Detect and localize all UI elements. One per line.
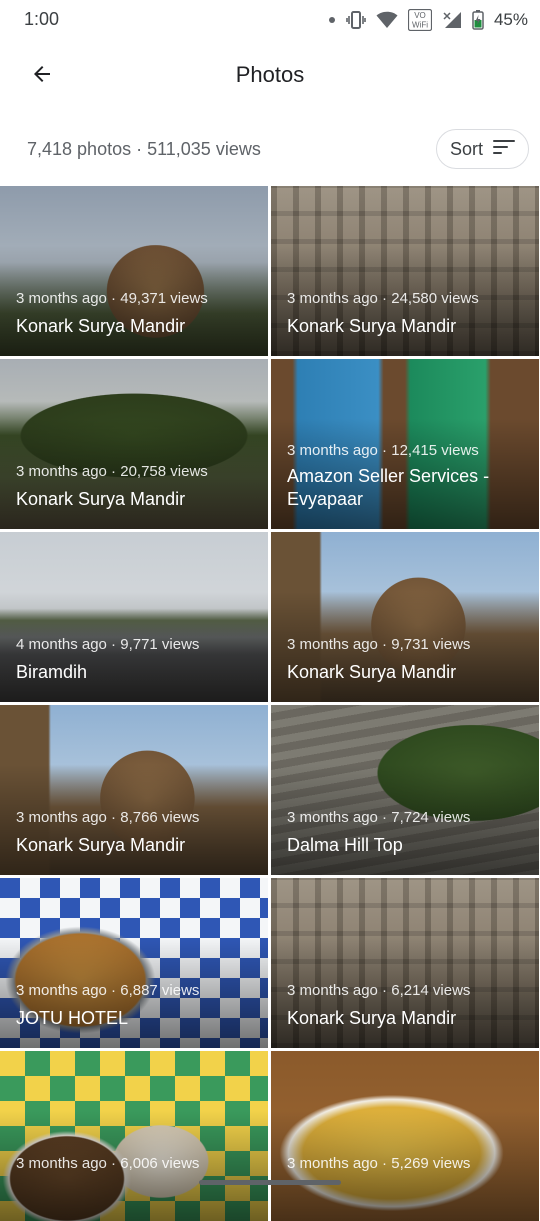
battery-percent: 45% — [493, 10, 528, 29]
photo-meta: 3 months ago · 20,758 views — [16, 463, 208, 480]
photo-tile[interactable]: 3 months ago · 20,758 views Konark Surya … — [0, 359, 268, 529]
photo-place-title: Konark Surya Mandir — [287, 316, 457, 336]
summary-row: 7,418 photos · 511,035 views Sort — [0, 124, 540, 176]
photo-tile[interactable]: 3 months ago · 8,766 views Konark Surya M… — [0, 705, 268, 875]
photo-meta: 3 months ago · 6,214 views — [287, 982, 471, 999]
app-bar: Photos — [0, 44, 540, 108]
photo-meta: 3 months ago · 5,269 views — [287, 1155, 471, 1172]
battery-charging-icon — [472, 10, 484, 30]
photo-place-title: Konark Surya Mandir — [287, 662, 457, 682]
wifi-icon — [376, 11, 398, 29]
photo-meta: 3 months ago · 6,006 views — [16, 1155, 200, 1172]
photo-tile[interactable]: 4 months ago · 9,771 views Biramdih — [0, 532, 268, 702]
photo-tile[interactable]: 3 months ago · 6,214 views Konark Surya M… — [271, 878, 539, 1048]
photo-place-title: Konark Surya Mandir — [16, 835, 186, 855]
photo-place-title: Amazon Seller Services - Evyapaar — [287, 466, 490, 509]
photo-place-title: Biramdih — [16, 662, 88, 682]
photo-meta: 3 months ago · 49,371 views — [16, 290, 208, 307]
sort-button[interactable]: Sort — [436, 129, 529, 169]
photo-overlay — [271, 1051, 539, 1221]
sort-label: Sort — [449, 138, 483, 159]
photo-meta: 3 months ago · 9,731 views — [287, 636, 471, 653]
photo-tile[interactable]: 3 months ago · 12,415 views Amazon Seller… — [271, 359, 539, 529]
photo-stats: 7,418 photos · 511,035 views — [27, 139, 261, 159]
vowifi-top-text: VO — [414, 11, 426, 20]
photo-meta: 4 months ago · 9,771 views — [16, 636, 200, 653]
photo-meta: 3 months ago · 6,887 views — [16, 982, 200, 999]
photo-place-title: Konark Surya Mandir — [16, 489, 186, 509]
photo-meta: 3 months ago · 7,724 views — [287, 809, 471, 826]
vowifi-bottom-text: WiFi — [412, 21, 428, 30]
signal-icon — [442, 11, 462, 29]
status-time: 1:00 — [24, 9, 60, 29]
photo-tile[interactable]: 3 months ago · 24,580 views Konark Surya … — [271, 186, 539, 356]
photo-meta: 3 months ago · 24,580 views — [287, 290, 479, 307]
photo-tile[interactable]: 3 months ago · 9,731 views Konark Surya M… — [271, 532, 539, 702]
gesture-nav-handle[interactable] — [199, 1180, 341, 1185]
photo-place-title: Konark Surya Mandir — [16, 316, 186, 336]
photo-place-title: Konark Surya Mandir — [287, 1008, 457, 1028]
photo-meta: 3 months ago · 8,766 views — [16, 809, 200, 826]
photo-tile[interactable]: 3 months ago · 6,887 views JOTU HOTEL — [0, 878, 268, 1048]
photo-place-title: JOTU HOTEL — [16, 1008, 129, 1028]
status-icons: VO WiFi 45% — [328, 8, 528, 32]
photo-place-title: Dalma Hill Top — [287, 835, 403, 855]
status-bar: 1:00 VO WiFi 45% — [0, 0, 540, 40]
photo-tile[interactable]: 3 months ago · 6,006 views — [0, 1051, 268, 1221]
photo-meta: 3 months ago · 12,415 views — [287, 442, 479, 459]
vowifi-icon: VO WiFi — [407, 9, 432, 31]
vibrate-icon — [346, 11, 366, 29]
sort-lines-icon — [493, 139, 515, 160]
photo-tile[interactable]: 3 months ago · 49,371 views Konark Surya … — [0, 186, 268, 356]
photo-overlay — [0, 1051, 268, 1221]
photo-tile[interactable]: 3 months ago · 7,724 views Dalma Hill Top — [271, 705, 539, 875]
photo-tile[interactable]: 3 months ago · 5,269 views — [271, 1051, 539, 1221]
dot-icon — [328, 16, 336, 24]
page-title: Photos — [235, 62, 305, 87]
